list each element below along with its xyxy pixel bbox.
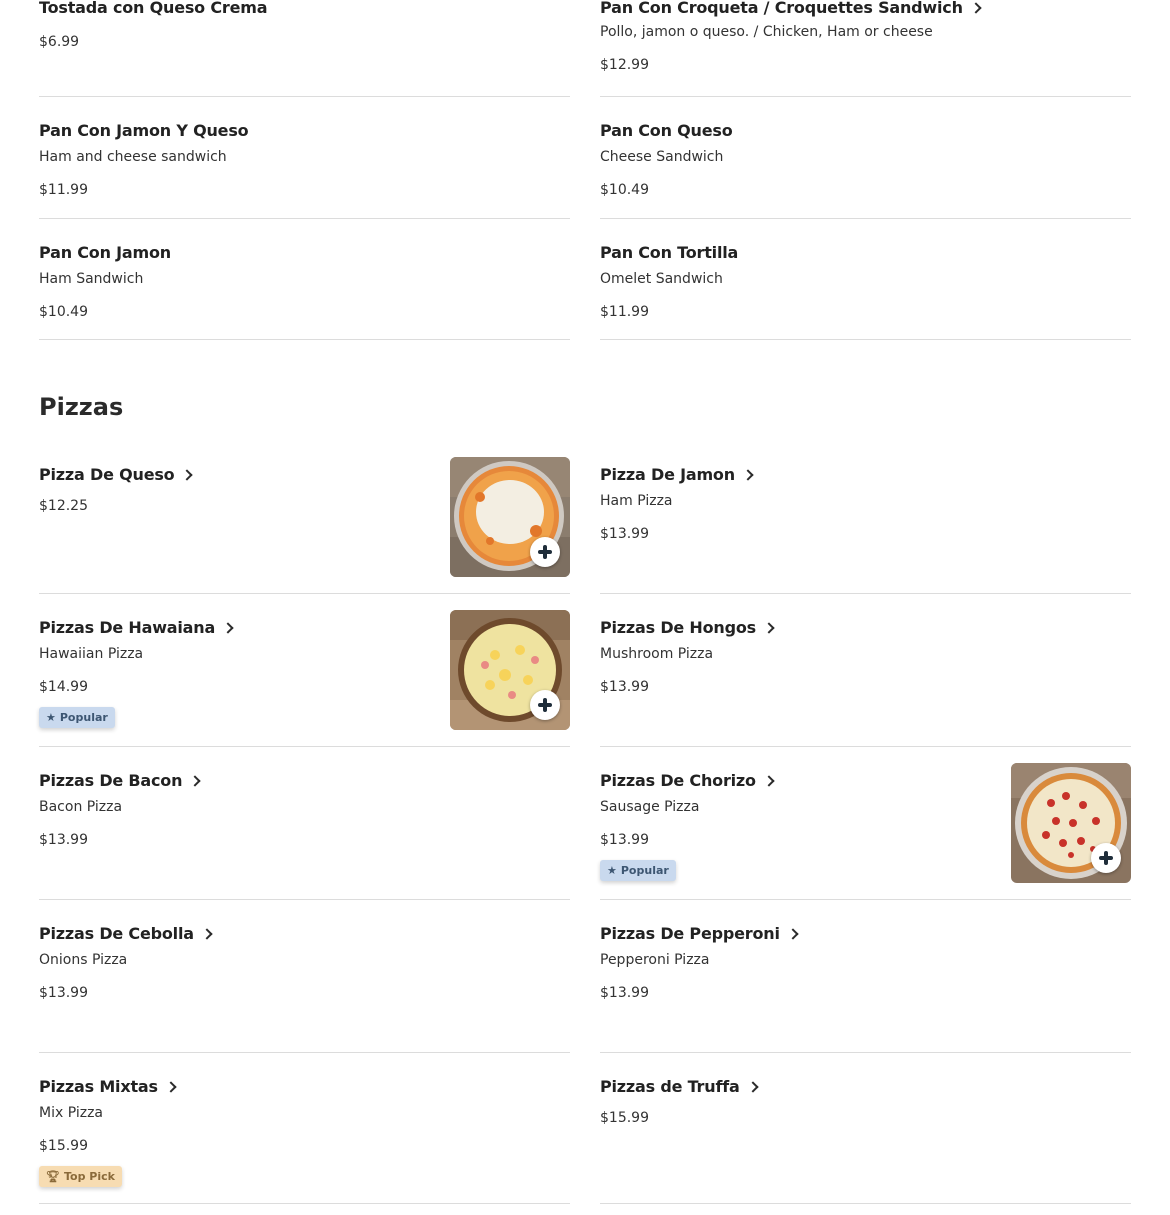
- menu-item[interactable]: Pan Con Croqueta / Croquettes Sandwich P…: [600, 0, 1131, 97]
- menu-item[interactable]: Pizza De Queso $12.25: [39, 441, 570, 594]
- top-pick-badge: 🏆︎ Top Pick: [39, 1166, 122, 1187]
- item-price: $15.99: [39, 1138, 88, 1154]
- item-description: Ham and cheese sandwich: [39, 149, 227, 165]
- item-price: $13.99: [600, 679, 649, 695]
- menu-item[interactable]: Pizzas De Hongos Mushroom Pizza $13.99: [600, 594, 1131, 747]
- star-icon: ★: [46, 711, 56, 724]
- menu-item[interactable]: Pizzas De Chorizo Sausage Pizza $13.99 ★…: [600, 747, 1131, 900]
- item-description: Ham Sandwich: [39, 271, 144, 287]
- item-description: Pollo, jamon o queso. / Chicken, Ham or …: [600, 24, 933, 40]
- item-price: $10.49: [39, 304, 88, 320]
- item-name: Pan Con Jamon: [39, 243, 171, 262]
- item-name: Pizza De Jamon: [600, 465, 1131, 484]
- trophy-icon: 🏆︎: [46, 1170, 60, 1183]
- chevron-right-icon: [222, 622, 234, 634]
- item-description: Cheese Sandwich: [600, 149, 724, 165]
- menu-item[interactable]: Tostada con Queso Crema $6.99: [39, 0, 570, 97]
- menu-item[interactable]: Pizzas De Cebolla Onions Pizza $13.99: [39, 900, 570, 1053]
- item-price: $6.99: [39, 34, 80, 50]
- menu-item[interactable]: Pizza De Jamon Ham Pizza $13.99: [600, 441, 1131, 594]
- menu-item[interactable]: Pizzas de Truffa $15.99: [600, 1053, 1131, 1204]
- menu-item[interactable]: Pan Con Jamon Y Queso Ham and cheese san…: [39, 97, 570, 219]
- item-price: $13.99: [39, 832, 88, 848]
- item-description: Bacon Pizza: [39, 799, 123, 815]
- menu-item[interactable]: Pizzas Mixtas Mix Pizza $15.99 🏆︎ Top Pic…: [39, 1053, 570, 1204]
- add-to-cart-button[interactable]: [530, 690, 560, 720]
- item-image[interactable]: [450, 610, 570, 730]
- chevron-right-icon: [746, 1081, 759, 1093]
- add-to-cart-button[interactable]: [1091, 843, 1121, 873]
- item-name: Tostada con Queso Crema: [39, 0, 268, 17]
- item-description: Pepperoni Pizza: [600, 952, 710, 968]
- item-price: $13.99: [39, 985, 88, 1001]
- chevron-right-icon: [165, 1081, 177, 1093]
- pizza-grid: Pizza De Queso $12.25 Pizza De Jamon Ham: [39, 441, 1131, 1204]
- item-name: Pizzas De Bacon: [39, 771, 570, 790]
- item-name: Pan Con Croqueta / Croquettes Sandwich: [600, 0, 1131, 17]
- menu-item[interactable]: Pizzas De Bacon Bacon Pizza $13.99: [39, 747, 570, 900]
- item-name: Pan Con Jamon Y Queso: [39, 121, 249, 140]
- menu-item[interactable]: Pan Con Queso Cheese Sandwich $10.49: [600, 97, 1131, 219]
- chevron-right-icon: [763, 622, 775, 634]
- chevron-right-icon: [189, 775, 201, 787]
- item-price: $11.99: [600, 304, 649, 320]
- item-price: $11.99: [39, 182, 88, 198]
- popular-badge: ★ Popular: [39, 707, 115, 728]
- sandwich-grid: Tostada con Queso Crema $6.99 Pan Con Cr…: [39, 0, 1131, 340]
- item-name: Pizzas De Cebolla: [39, 924, 570, 943]
- add-to-cart-button[interactable]: [530, 537, 560, 567]
- item-image[interactable]: [450, 457, 570, 577]
- star-icon: ★: [607, 864, 617, 877]
- menu-item[interactable]: Pizzas De Hawaiana Hawaiian Pizza $14.99…: [39, 594, 570, 747]
- section-title: Pizzas: [39, 393, 124, 421]
- item-price: $15.99: [600, 1110, 649, 1126]
- item-name: Pan Con Tortilla: [600, 243, 739, 262]
- popular-badge: ★ Popular: [600, 860, 676, 881]
- item-description: Mushroom Pizza: [600, 646, 714, 662]
- item-description: Mix Pizza: [39, 1105, 104, 1121]
- chevron-right-icon: [787, 928, 799, 940]
- chevron-right-icon: [763, 775, 775, 787]
- item-name: Pizzas De Pepperoni: [600, 924, 1131, 943]
- item-name: Pan Con Queso: [600, 121, 733, 140]
- chevron-right-icon: [201, 928, 213, 940]
- menu-item[interactable]: Pan Con Jamon Ham Sandwich $10.49: [39, 219, 570, 340]
- item-description: Ham Pizza: [600, 493, 673, 509]
- item-description: Onions Pizza: [39, 952, 128, 968]
- item-price: $13.99: [600, 526, 649, 542]
- item-image[interactable]: [1011, 763, 1131, 883]
- chevron-right-icon: [742, 469, 754, 481]
- item-name: Pizzas de Truffa: [600, 1077, 1131, 1096]
- item-name: Pizzas Mixtas: [39, 1077, 570, 1096]
- chevron-right-icon: [970, 2, 982, 14]
- chevron-right-icon: [181, 469, 194, 481]
- item-price: $10.49: [600, 182, 649, 198]
- item-price: $13.99: [600, 985, 649, 1001]
- item-name: Pizzas De Hongos: [600, 618, 1131, 637]
- item-price: $12.99: [600, 57, 649, 73]
- menu-item[interactable]: Pan Con Tortilla Omelet Sandwich $11.99: [600, 219, 1131, 340]
- item-description: Omelet Sandwich: [600, 271, 723, 287]
- menu-item[interactable]: Pizzas De Pepperoni Pepperoni Pizza $13.…: [600, 900, 1131, 1053]
